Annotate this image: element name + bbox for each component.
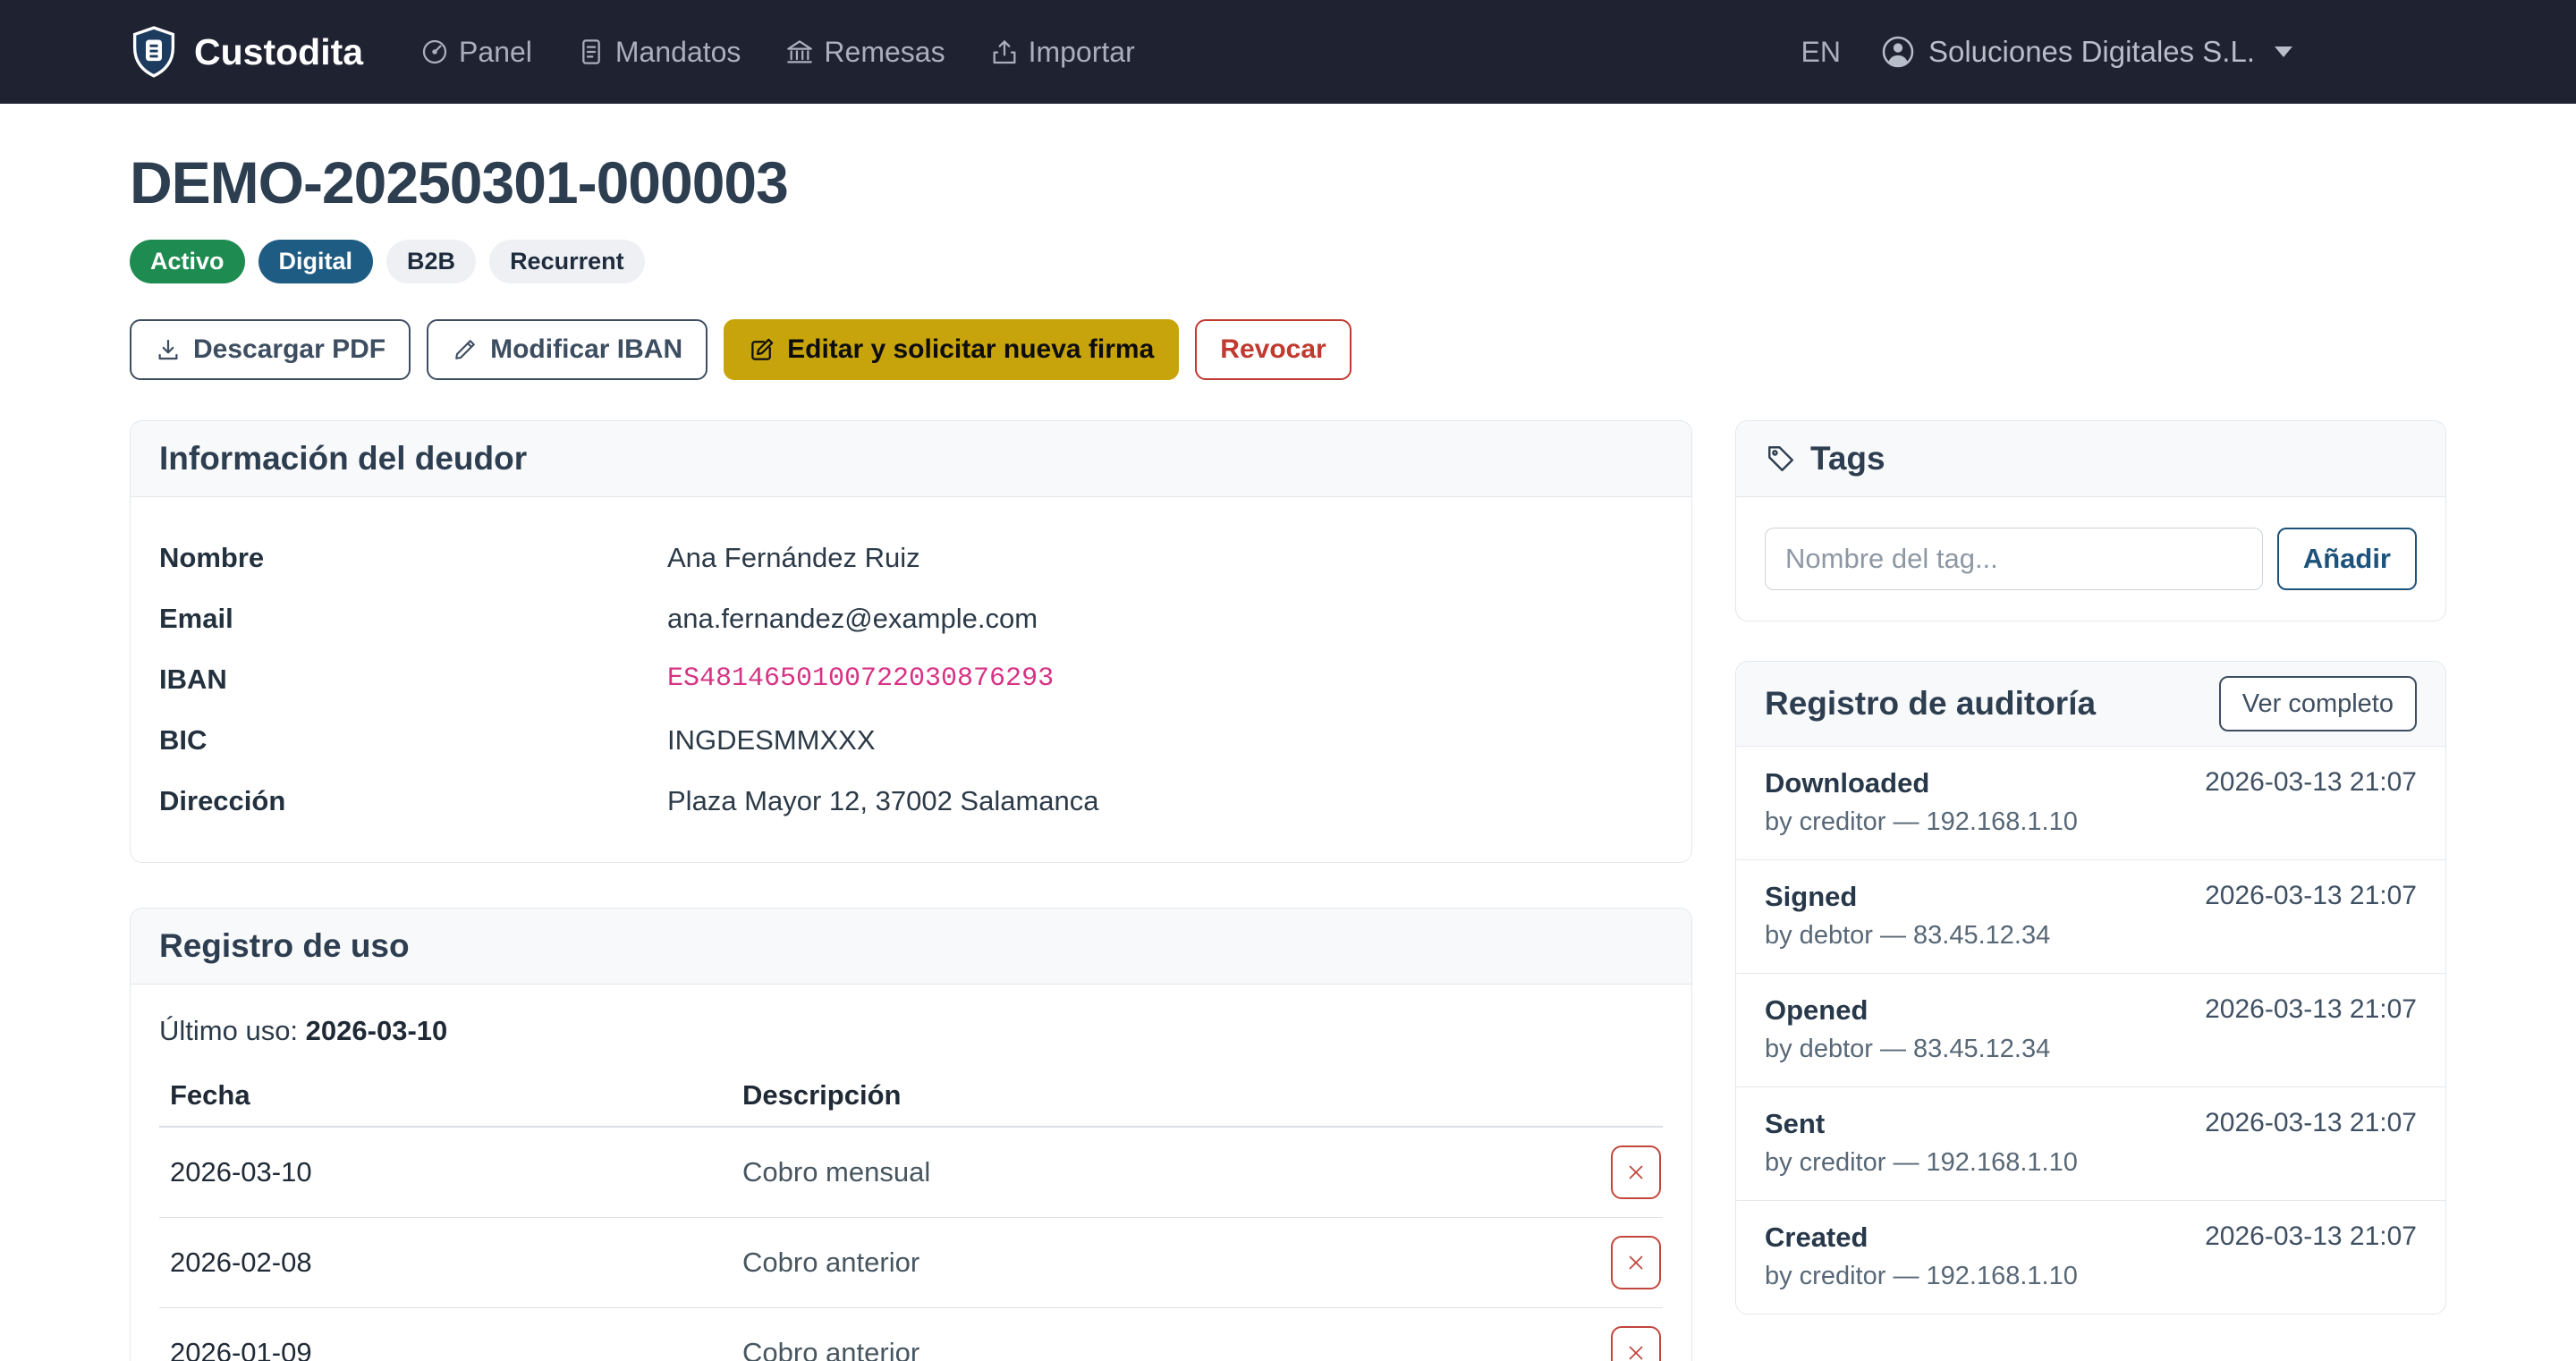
tag-name-input[interactable] (1765, 528, 2263, 590)
audit-log-card-header: Registro de auditoría Ver completo (1736, 662, 2445, 747)
status-badge-digital: Digital (258, 240, 374, 283)
pencil-square-icon (749, 336, 775, 363)
user-name: Soluciones Digitales S.L. (1928, 35, 2255, 69)
shield-document-icon (130, 25, 178, 79)
nav-item-label: Importar (1029, 36, 1135, 69)
last-use-date: 2026-03-10 (306, 1015, 448, 1046)
status-badge-active: Activo (130, 240, 245, 283)
tags-card: Tags Añadir (1735, 420, 2446, 621)
usage-table-header-row: Fecha Descripción (159, 1069, 1663, 1127)
navbar: Custodita Panel Mandatos (0, 0, 2576, 104)
modify-iban-button[interactable]: Modificar IBAN (427, 319, 708, 380)
audit-entry: Sent 2026-03-13 21:07 by creditor — 192.… (1736, 1086, 2445, 1200)
main-content: DEMO-20250301-000003 Activo Digital B2B … (130, 104, 2446, 1361)
usage-table-row: 2026-01-09 Cobro anterior (159, 1308, 1663, 1361)
debtor-info-card-title: Información del deudor (159, 440, 1663, 478)
brand[interactable]: Custodita (130, 25, 363, 79)
tag-icon (1765, 443, 1797, 475)
iban-value: ES4814650100722030876293 (667, 664, 1054, 696)
debtor-field-email: Email ana.fernandez@example.com (159, 588, 1663, 649)
caret-down-icon (2275, 46, 2292, 57)
status-badge-b2b: B2B (386, 240, 476, 283)
debtor-field-iban: IBAN ES4814650100722030876293 (159, 649, 1663, 710)
status-badge-recurrent: Recurrent (489, 240, 645, 283)
x-icon (1624, 1161, 1648, 1184)
debtor-field-direccion: Dirección Plaza Mayor 12, 37002 Salamanc… (159, 771, 1663, 832)
debtor-field-bic: BIC INGDESMMXXX (159, 710, 1663, 771)
usage-log-card: Registro de uso Último uso: 2026-03-10 F… (130, 908, 1692, 1361)
usage-table-row: 2026-03-10 Cobro mensual (159, 1127, 1663, 1218)
audit-entry: Created 2026-03-13 21:07 by creditor — 1… (1736, 1200, 2445, 1314)
page-title: DEMO-20250301-000003 (130, 148, 2446, 216)
debtor-info-card: Información del deudor Nombre Ana Fernán… (130, 420, 1692, 863)
audit-entry: Signed 2026-03-13 21:07 by debtor — 83.4… (1736, 859, 2445, 973)
brand-label: Custodita (194, 31, 363, 73)
view-full-audit-button[interactable]: Ver completo (2219, 676, 2417, 731)
delete-usage-button[interactable] (1611, 1326, 1661, 1361)
audit-entry: Downloaded 2026-03-13 21:07 by creditor … (1736, 747, 2445, 859)
usage-log-card-title: Registro de uso (159, 927, 1663, 965)
x-icon (1624, 1341, 1648, 1361)
nav-item-label: Remesas (824, 36, 945, 69)
file-text-icon (577, 38, 606, 66)
upload-icon (990, 38, 1019, 66)
tags-card-title: Tags (1765, 440, 2417, 478)
usage-log-card-header: Registro de uso (131, 909, 1691, 985)
nav-item-label: Panel (459, 36, 532, 69)
nav-item-remesas[interactable]: Remesas (785, 36, 945, 69)
column-header-fecha: Fecha (159, 1069, 732, 1127)
action-toolbar: Descargar PDF Modificar IBAN Editar y so… (130, 319, 2446, 380)
nav-item-panel[interactable]: Panel (420, 36, 532, 69)
bank-icon (785, 38, 814, 66)
revoke-button[interactable]: Revocar (1195, 319, 1351, 380)
status-badges: Activo Digital B2B Recurrent (130, 240, 2446, 283)
audit-entry: Opened 2026-03-13 21:07 by debtor — 83.4… (1736, 973, 2445, 1086)
debtor-field-nombre: Nombre Ana Fernández Ruiz (159, 528, 1663, 588)
language-toggle[interactable]: EN (1801, 36, 1841, 69)
audit-log-card: Registro de auditoría Ver completo Downl… (1735, 661, 2446, 1315)
tags-card-header: Tags (1736, 421, 2445, 497)
delete-usage-button[interactable] (1611, 1145, 1661, 1199)
download-icon (155, 336, 182, 363)
nav-item-importar[interactable]: Importar (990, 36, 1135, 69)
delete-usage-button[interactable] (1611, 1236, 1661, 1289)
debtor-info-card-header: Información del deudor (131, 421, 1691, 497)
audit-entries-list: Downloaded 2026-03-13 21:07 by creditor … (1736, 747, 2445, 1314)
speedometer-icon (420, 38, 449, 66)
person-circle-icon (1880, 34, 1916, 70)
download-pdf-button[interactable]: Descargar PDF (130, 319, 411, 380)
edit-request-signature-button[interactable]: Editar y solicitar nueva firma (724, 319, 1179, 380)
column-header-descripcion: Descripción (732, 1069, 1600, 1127)
usage-table: Fecha Descripción 2026-03-10 Cobro mensu… (159, 1069, 1663, 1361)
nav-links: Panel Mandatos (420, 36, 1135, 69)
nav-item-label: Mandatos (615, 36, 741, 69)
column-header-actions (1600, 1069, 1663, 1127)
pencil-icon (452, 336, 479, 363)
nav-item-mandatos[interactable]: Mandatos (577, 36, 741, 69)
user-menu[interactable]: Soluciones Digitales S.L. (1880, 34, 2292, 70)
add-tag-button[interactable]: Añadir (2277, 528, 2417, 590)
x-icon (1624, 1251, 1648, 1274)
last-use-line: Último uso: 2026-03-10 (159, 1015, 1663, 1047)
audit-log-card-title: Registro de auditoría (1765, 685, 2096, 723)
usage-table-row: 2026-02-08 Cobro anterior (159, 1218, 1663, 1308)
